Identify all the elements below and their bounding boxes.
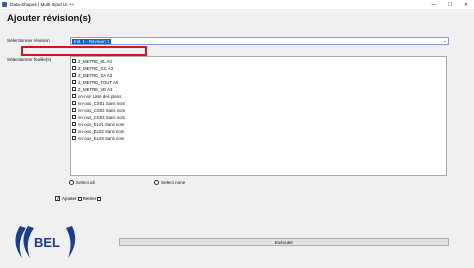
ajouter-label: Ajouter [62,196,77,201]
sheets-label: Sélectionner feuille(s) [7,57,52,62]
list-item[interactable]: nn-ooo_EL02 Sans nom [72,128,124,134]
checkbox[interactable] [72,87,76,91]
list-item[interactable]: nn-ooo_EL01 Sans nom [72,121,124,127]
bel-logo: BEL [15,226,76,258]
revision-selected-value: Ind. 1 - Révision 1 [72,39,112,44]
app-icon [2,2,7,7]
maximize-icon[interactable]: ☐ [442,0,458,9]
retirer-checkbox[interactable] [97,196,102,201]
sheets-listbox[interactable]: Z_METRE_EL A3 Z_METRE_GC A3 Z_METRE_SA A… [70,56,447,176]
page-title: Ajouter révision(s) [7,13,91,24]
window-controls: — ☐ ✕ [426,0,474,9]
list-item[interactable]: Z_METRE_TOUT A0 [72,79,118,85]
execute-button[interactable]: Exécuter [119,238,449,246]
highlight-box [21,46,147,56]
ajouter-toggle[interactable] [77,196,82,201]
action-options: Ajouter Retirer [55,196,102,202]
ajouter-checkbox[interactable] [55,196,60,202]
checkbox[interactable] [72,80,76,84]
list-item[interactable]: Z_METRE_SA A3 [72,72,112,78]
list-item[interactable]: nn-ooo_CS01 Sans nom [72,100,125,106]
list-item[interactable]: nn-ooo_EL03 Sans nom [72,135,124,141]
select-none-option[interactable]: Select none [154,180,185,185]
checkbox[interactable] [72,66,76,70]
logo-text: BEL [34,235,60,250]
checkbox[interactable] [72,136,76,140]
checkbox[interactable] [72,94,76,98]
window-title: Data-Shapes | Multi Input UI ++ [10,2,75,7]
revision-label: Sélectionner révision [7,38,50,43]
list-item[interactable]: nn-ooo_CS02 Sans nom [72,107,125,113]
title-bar: Data-Shapes | Multi Input UI ++ — ☐ ✕ [0,0,474,9]
select-none-radio[interactable] [154,180,159,185]
checkbox[interactable] [72,122,76,126]
checkbox[interactable] [72,101,76,105]
retirer-label: Retirer [82,196,97,201]
list-item[interactable]: Z_METRE_VE A3 [72,86,112,92]
list-item[interactable]: nn-ooo_CS03 Sans nom [72,114,125,120]
select-all-option[interactable]: Select all [69,180,95,185]
checkbox[interactable] [72,129,76,133]
list-item[interactable]: nn-nnn Liste des plans [72,93,121,99]
revision-dropdown[interactable]: Ind. 1 - Révision 1 ⌄ [70,37,449,45]
checkbox[interactable] [72,115,76,119]
checkbox[interactable] [72,108,76,112]
chevron-down-icon[interactable]: ⌄ [443,38,447,45]
minimize-icon[interactable]: — [426,0,442,9]
checkbox[interactable] [72,59,76,63]
select-all-radio[interactable] [69,180,74,185]
list-item[interactable]: Z_METRE_EL A3 [72,58,112,64]
list-item[interactable]: Z_METRE_GC A3 [72,65,113,71]
checkbox[interactable] [72,73,76,77]
close-icon[interactable]: ✕ [458,0,474,9]
